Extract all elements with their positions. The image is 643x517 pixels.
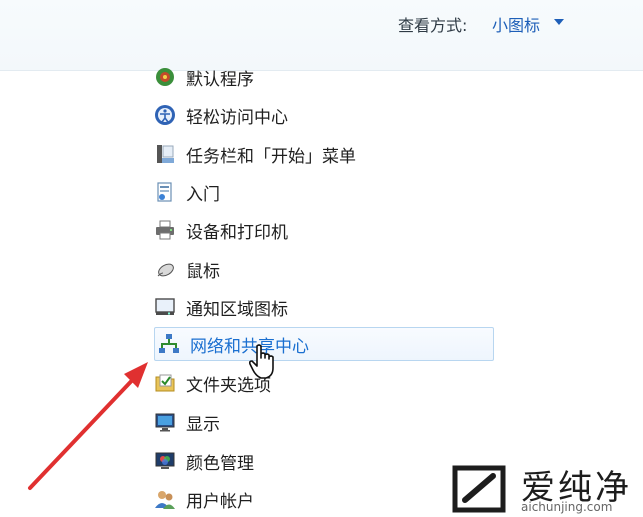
user-accounts-icon: [154, 488, 176, 510]
item-getting-started[interactable]: 入门: [154, 175, 494, 209]
item-mouse[interactable]: 鼠标: [154, 252, 494, 286]
folder-options-icon: [154, 372, 176, 394]
item-user-accounts[interactable]: 用户帐户: [154, 482, 494, 516]
network-icon: [158, 333, 180, 355]
watermark: 爱纯净 aichunjing.com: [449, 460, 643, 517]
view-by-label: 查看方式:: [398, 16, 468, 35]
item-label: 任务栏和「开始」菜单: [186, 146, 356, 167]
getting-started-icon: [154, 181, 176, 203]
taskbar-icon: [154, 143, 176, 165]
notification-area-icon: [154, 296, 176, 318]
default-programs-icon: [154, 66, 176, 88]
display-icon: [154, 411, 176, 433]
watermark-url: aichunjing.com: [521, 500, 613, 514]
watermark-logo-icon: [452, 465, 506, 513]
view-by-dropdown[interactable]: 小图标: [492, 12, 540, 36]
printer-icon: [154, 219, 176, 241]
ease-of-access-icon: [154, 104, 176, 126]
hand-cursor-icon: [249, 344, 274, 379]
item-label: 设备和打印机: [186, 222, 288, 243]
item-label: 通知区域图标: [186, 299, 288, 320]
item-label: 轻松访问中心: [186, 107, 288, 128]
item-label: 默认程序: [186, 69, 254, 90]
item-default-programs[interactable]: 默认程序: [154, 60, 494, 94]
item-display[interactable]: 显示: [154, 405, 494, 439]
item-folder-options[interactable]: 文件夹选项: [154, 366, 494, 400]
color-management-icon: [154, 450, 176, 472]
item-label: 显示: [186, 414, 220, 435]
item-taskbar[interactable]: 任务栏和「开始」菜单: [154, 137, 494, 171]
item-label: 入门: [186, 184, 220, 205]
item-notification-area[interactable]: 通知区域图标: [154, 290, 494, 324]
dropdown-caret-icon[interactable]: [554, 19, 564, 25]
item-color-management[interactable]: 颜色管理: [154, 444, 494, 478]
item-label: 用户帐户: [186, 491, 254, 512]
item-label: 鼠标: [186, 261, 220, 282]
item-network-sharing-center[interactable]: 网络和共享中心: [154, 327, 494, 361]
mouse-icon: [154, 258, 176, 280]
item-devices-printers[interactable]: 设备和打印机: [154, 213, 494, 247]
item-label: 颜色管理: [186, 453, 254, 474]
item-ease-of-access[interactable]: 轻松访问中心: [154, 98, 494, 132]
